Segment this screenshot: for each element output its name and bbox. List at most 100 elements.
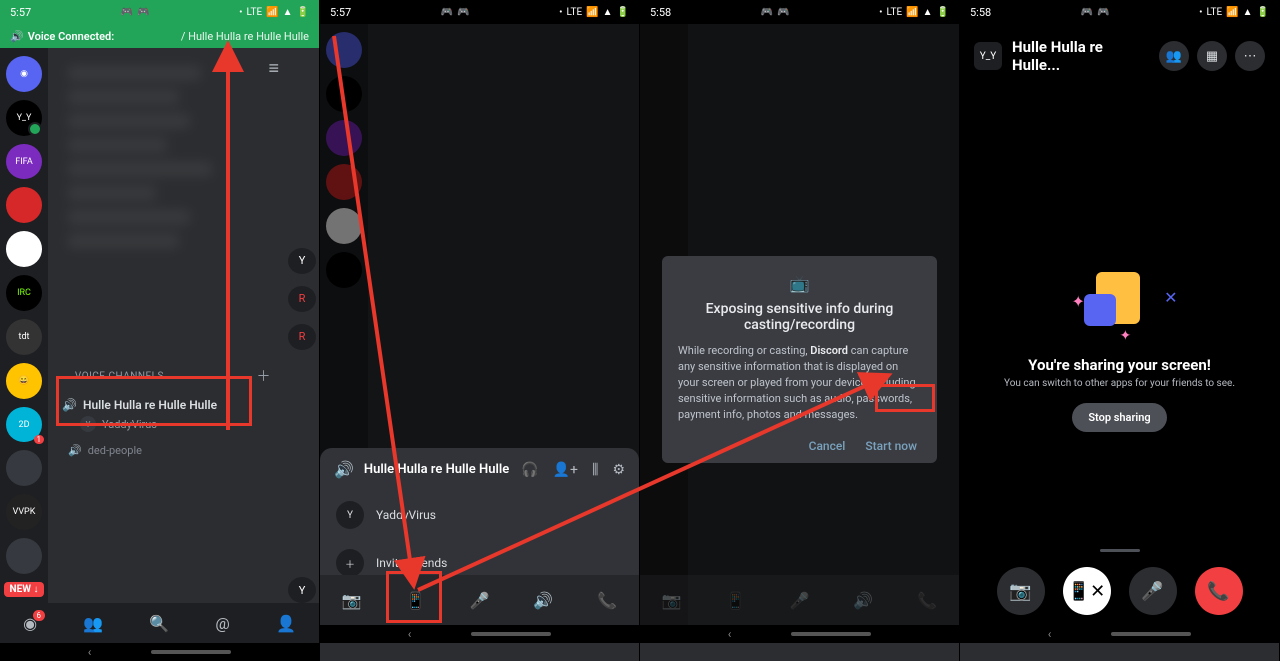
speaker-icon: 🔊 xyxy=(68,444,82,457)
back-icon[interactable]: ‹ xyxy=(88,645,92,659)
status-bar: 5:58 🎮🎮 •LTE📶▲🔋 xyxy=(960,0,1279,24)
member-pill[interactable]: Y xyxy=(288,248,316,274)
nav-search-icon[interactable]: 🔍 xyxy=(149,614,169,633)
nav-friends-icon[interactable]: 👥 xyxy=(83,614,103,633)
mic-button[interactable]: 🎤 xyxy=(461,582,497,618)
soundboard-icon[interactable]: ⫼ xyxy=(592,462,598,478)
android-nav-rail: ‹ xyxy=(0,643,319,661)
member-pill[interactable]: R xyxy=(288,324,316,350)
camera-button[interactable]: 📷 xyxy=(997,567,1045,615)
android-nav-rail: ‹ xyxy=(320,625,639,643)
stop-sharing-button[interactable]: Stop sharing xyxy=(1072,403,1166,432)
screen-1-channel-list: 5:57 🎮🎮 •LTE📶▲🔋 🔊Voice Connected: / Hull… xyxy=(0,0,320,661)
home-pill[interactable] xyxy=(151,650,231,654)
screenshare-active-button[interactable]: 📱✕ xyxy=(1063,567,1111,615)
menu-icon[interactable]: ≡ xyxy=(268,58,279,79)
status-bar: 5:57 🎮🎮 •LTE📶▲🔋 xyxy=(0,0,319,24)
status-time: 5:57 xyxy=(10,6,31,19)
status-right: •LTE📶▲🔋 xyxy=(1199,7,1269,18)
voice-header: Y_Y Hulle Hulla re Hulle... 👥 ▦ ⋯ xyxy=(960,24,1279,88)
server-item[interactable]: IRC xyxy=(6,275,42,311)
nav-mentions-icon[interactable]: @ xyxy=(215,614,229,633)
status-icons: 🎮🎮 xyxy=(121,7,150,18)
home-pill[interactable] xyxy=(471,632,551,636)
home-pill[interactable] xyxy=(1111,632,1191,636)
channel-list-pane: ≡ ⌄VOICE CHANNELS ＋ 🔊Hulle Hulla re Hull… xyxy=(48,48,285,603)
status-time: 5:58 xyxy=(650,6,671,19)
sharing-illustration: ✦✕✦ xyxy=(1060,264,1180,344)
voice-channel-item[interactable]: 🔊Hulle Hulla re Hulle Hulle YYaddyVirus xyxy=(54,392,279,438)
drag-handle[interactable] xyxy=(1100,549,1140,552)
new-servers-button[interactable]: NEW ↓ xyxy=(4,582,45,597)
bottom-nav: ◉6 👥 🔍 @ 👤 xyxy=(0,603,319,643)
nav-discord-icon[interactable]: ◉6 xyxy=(23,614,37,633)
call-controls-bar: 📷 📱✕ 🎤 📞 xyxy=(960,557,1279,625)
home-pill[interactable] xyxy=(791,632,871,636)
channel-avatar: Y_Y xyxy=(974,42,1002,70)
user-avatar: Y xyxy=(80,416,96,432)
status-bar: 5:58 🎮🎮 •LTE📶▲🔋 xyxy=(640,0,959,24)
member-pill[interactable]: Y xyxy=(288,577,316,603)
cancel-button[interactable]: Cancel xyxy=(809,439,846,453)
server-item[interactable] xyxy=(6,187,42,223)
user-avatar: Y xyxy=(336,501,364,529)
screenshare-button[interactable]: 📱 xyxy=(398,582,434,618)
add-channel-icon[interactable]: ＋ xyxy=(257,366,272,386)
start-now-button[interactable]: Start now xyxy=(865,439,917,453)
voice-bottom-sheet: 🔊 Hulle Hulla re Hulle Hulle 🎧 👤+ ⫼ ⚙ Y … xyxy=(320,448,639,593)
channel-title: Hulle Hulla re Hulle... xyxy=(1012,38,1149,74)
voice-channel-item[interactable]: 🔊ded-people xyxy=(54,438,279,457)
hangup-button[interactable]: 📞 xyxy=(1195,567,1243,615)
android-nav-rail: ‹ xyxy=(640,625,959,643)
hangup-button[interactable]: 📞 xyxy=(589,582,625,618)
call-controls-bar: 📷📱🎤🔊📞 xyxy=(640,575,959,625)
status-right: •LTE📶▲🔋 xyxy=(559,7,629,18)
member-pill-column: Y R R Y xyxy=(285,48,319,603)
speaker-icon: 🔊 xyxy=(10,30,24,43)
mic-button[interactable]: 🎤 xyxy=(1129,567,1177,615)
voice-user-row[interactable]: Y YaddyVirus xyxy=(320,491,639,539)
settings-icon[interactable]: ⚙ xyxy=(612,462,625,478)
status-icons: 🎮🎮 xyxy=(761,7,790,18)
dialog-title: Exposing sensitive info during casting/r… xyxy=(678,301,921,333)
sharing-subtitle: You can switch to other apps for your fr… xyxy=(960,378,1279,389)
status-time: 5:58 xyxy=(970,6,991,19)
add-user-icon[interactable]: 👤+ xyxy=(553,462,578,478)
screen-3-permission-dialog: 5:58 🎮🎮 •LTE📶▲🔋 📺 Exposing sensitive inf… xyxy=(640,0,960,661)
server-rail: ◉ Y_Y FIFA IRC tdt 😄 2D1 VVPK NEW ↓ xyxy=(0,48,48,603)
server-item[interactable]: 😄 xyxy=(6,363,42,399)
server-item[interactable] xyxy=(6,450,42,486)
nav-profile-icon[interactable]: 👤 xyxy=(276,614,296,633)
invite-icon: ＋ xyxy=(336,549,364,577)
voice-channels-header[interactable]: ⌄VOICE CHANNELS ＋ xyxy=(54,360,279,392)
grid-icon[interactable]: ▦ xyxy=(1197,41,1227,71)
headphones-icon[interactable]: 🎧 xyxy=(521,462,538,478)
camera-button[interactable]: 📷 xyxy=(334,582,370,618)
speaker-icon: 🔊 xyxy=(334,460,354,479)
members-icon[interactable]: 👥 xyxy=(1159,41,1189,71)
member-pill[interactable]: R xyxy=(288,286,316,312)
server-item[interactable] xyxy=(6,538,42,574)
server-item[interactable]: FIFA xyxy=(6,144,42,180)
status-icons: 🎮🎮 xyxy=(1081,7,1110,18)
back-icon[interactable]: ‹ xyxy=(1048,627,1052,641)
server-item[interactable] xyxy=(6,231,42,267)
status-time: 5:57 xyxy=(330,6,351,19)
voice-connected-bar[interactable]: 🔊Voice Connected: / Hulle Hulla re Hulle… xyxy=(0,24,319,48)
server-discord[interactable]: ◉ xyxy=(6,56,42,92)
speaker-button[interactable]: 🔊 xyxy=(525,582,561,618)
sharing-title: You're sharing your screen! xyxy=(960,356,1279,374)
back-icon[interactable]: ‹ xyxy=(728,627,732,641)
screen-2-voice-sheet: 5:57 🎮🎮 •LTE📶▲🔋 🔊 Hulle Hulla re Hulle H… xyxy=(320,0,640,661)
back-icon[interactable]: ‹ xyxy=(408,627,412,641)
server-item[interactable]: tdt xyxy=(6,319,42,355)
server-item[interactable]: Y_Y xyxy=(6,100,42,136)
status-icons: 🎮🎮 xyxy=(441,7,470,18)
status-bar: 5:57 🎮🎮 •LTE📶▲🔋 xyxy=(320,0,639,24)
server-item[interactable]: 2D1 xyxy=(6,407,42,443)
cast-warning-icon: 📺 xyxy=(678,274,921,293)
more-icon[interactable]: ⋯ xyxy=(1235,41,1265,71)
call-controls-bar: 📷 📱 🎤 🔊 📞 xyxy=(320,575,639,625)
android-nav-rail: ‹ xyxy=(960,625,1279,643)
server-item[interactable]: VVPK xyxy=(6,494,42,530)
